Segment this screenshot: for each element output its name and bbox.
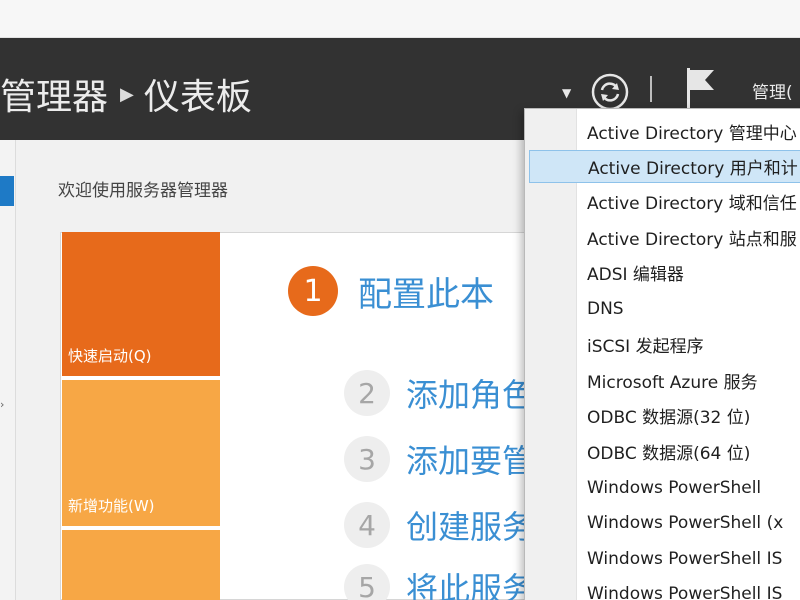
tile-quick-start-label: 快速启动(Q) [68,347,152,365]
breadcrumb: 管理器 ▶ 仪表板 [0,68,252,120]
step-2[interactable]: 2 添加角色 [344,370,534,416]
menu-item[interactable]: Active Directory 站点和服 [529,221,800,254]
menu-item-selected[interactable]: Active Directory 用户和计 [529,150,800,183]
tile-quick-start[interactable]: 快速启动(Q) [62,232,220,376]
menu-item[interactable]: Windows PowerShell IS [529,577,800,600]
step-number: 2 [344,370,390,416]
step-number: 1 [288,266,338,316]
step-link[interactable]: 配置此本 [358,267,494,316]
chevron-right-icon[interactable]: › [0,398,4,411]
menu-item[interactable]: iSCSI 发起程序 [529,328,800,361]
menu-item[interactable]: Active Directory 域和信任 [529,185,800,218]
step-3[interactable]: 3 添加要管 [344,436,534,482]
window-top-strip [0,0,800,38]
step-1[interactable]: 1 配置此本 [288,266,494,316]
menu-item[interactable]: Windows PowerShell [529,471,800,504]
menu-item[interactable]: Windows PowerShell IS [529,542,800,575]
tile-learn-more[interactable] [62,530,220,600]
flag-icon[interactable] [684,66,716,114]
menu-item[interactable]: ODBC 数据源(64 位) [529,435,800,468]
welcome-title: 欢迎使用服务器管理器 [58,181,228,201]
menu-item[interactable]: DNS [529,292,800,325]
menu-item[interactable]: Microsoft Azure 服务 [529,364,800,397]
step-link[interactable]: 添加要管 [406,436,534,482]
step-link[interactable]: 将此服务 [406,564,534,600]
step-5[interactable]: 5 将此服务 [344,564,534,600]
menu-item[interactable]: Active Directory 管理中心 [529,115,800,148]
menu-item[interactable]: ODBC 数据源(32 位) [529,399,800,432]
refresh-icon[interactable] [590,72,630,112]
breadcrumb-current: 仪表板 [143,77,252,118]
tile-new-features-label: 新增功能(W) [68,497,155,515]
step-link[interactable]: 创建服务 [406,502,534,548]
manage-menu[interactable]: 管理( [752,78,793,103]
left-nav-pane: › [0,140,16,600]
toolbar-divider [650,76,652,102]
tools-dropdown-menu: Active Directory 管理中心 Active Directory 用… [524,108,800,600]
step-link[interactable]: 添加角色 [406,370,534,416]
dropdown-arrow-icon[interactable]: ▼ [562,86,571,100]
step-number: 5 [344,564,390,600]
tile-new-features[interactable]: 新增功能(W) [62,380,220,526]
breadcrumb-root[interactable]: 管理器 [0,68,108,120]
step-4[interactable]: 4 创建服务 [344,502,534,548]
menu-item[interactable]: Windows PowerShell (x [529,506,800,539]
menu-item[interactable]: ADSI 编辑器 [529,256,800,289]
nav-item-dashboard[interactable] [0,176,14,206]
chevron-right-icon: ▶ [120,83,134,105]
step-number: 4 [344,502,390,548]
step-number: 3 [344,436,390,482]
